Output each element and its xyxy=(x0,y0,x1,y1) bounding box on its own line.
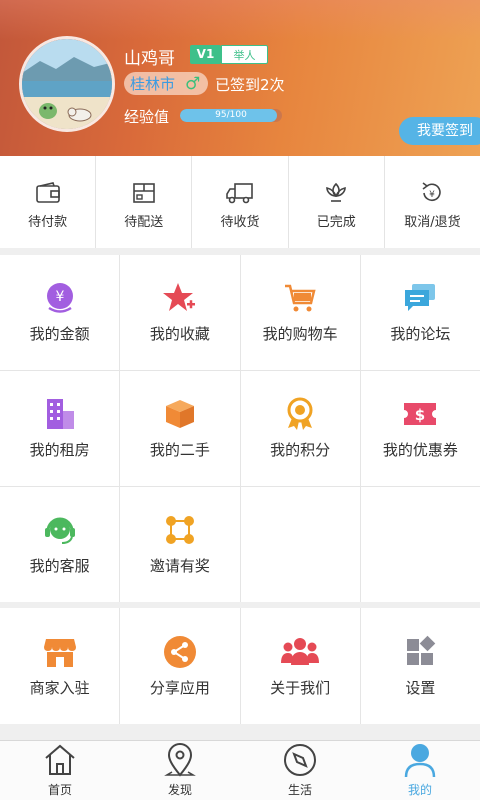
menu-my-points[interactable]: 我的积分 xyxy=(240,371,360,486)
location-pill[interactable]: 桂林市 ♂ xyxy=(124,72,209,95)
refund-icon: ¥ xyxy=(419,175,445,205)
gender-icon: ♂ xyxy=(185,73,201,94)
profile-header: 山鸡哥 V1 举人 桂林市 ♂ 已签到2次 经验值 95/100 我要签到 xyxy=(0,0,480,156)
money-icon: ¥ xyxy=(43,281,77,315)
extras-grid: 商家入驻 分享应用 关于我们 设置 xyxy=(0,608,480,724)
exp-progress-text: 95/100 xyxy=(215,110,247,120)
cart-icon xyxy=(283,281,317,315)
order-status-row: 待付款 待配送 待收货 已完成 ¥ 取消/退货 xyxy=(0,156,480,248)
menu-label: 我的金额 xyxy=(29,325,90,343)
wallet-icon xyxy=(35,175,61,205)
city-label: 桂林市 xyxy=(130,75,176,93)
svg-text:¥: ¥ xyxy=(55,289,64,305)
signin-count: 已签到2次 xyxy=(215,76,285,94)
menu-label: 我的优惠券 xyxy=(382,441,458,459)
share-icon xyxy=(163,635,197,669)
menu-my-favorites[interactable]: 我的收藏 xyxy=(120,255,240,370)
medal-icon xyxy=(283,397,317,431)
tab-discover[interactable]: 发现 xyxy=(120,741,240,800)
compass-icon xyxy=(282,741,318,779)
vip-badge: V1 xyxy=(190,45,221,64)
home-icon xyxy=(43,741,77,779)
order-pending-delivery[interactable]: 待配送 xyxy=(96,156,193,248)
menu-settings[interactable]: 设置 xyxy=(360,608,480,724)
tab-label: 发现 xyxy=(167,783,192,797)
order-cancel-return[interactable]: ¥ 取消/退货 xyxy=(385,156,480,248)
svg-text:¥: ¥ xyxy=(430,190,436,200)
avatar[interactable] xyxy=(19,36,115,132)
menu-label: 分享应用 xyxy=(149,678,210,697)
rank-badge: 举人 xyxy=(221,45,268,64)
box-icon xyxy=(163,397,197,431)
menu-label: 我的收藏 xyxy=(149,325,210,343)
tab-label: 我的 xyxy=(407,783,432,797)
tab-home[interactable]: 首页 xyxy=(0,741,120,800)
menu-my-rental[interactable]: 我的租房 xyxy=(0,371,120,486)
order-completed[interactable]: 已完成 xyxy=(289,156,385,248)
star-plus-icon xyxy=(162,281,197,315)
tab-mine[interactable]: 我的 xyxy=(360,741,480,800)
menu-my-service[interactable]: 我的客服 xyxy=(0,487,120,602)
menu-my-cart[interactable]: 我的购物车 xyxy=(240,255,360,370)
tab-life[interactable]: 生活 xyxy=(240,741,360,800)
menu-label: 商家入驻 xyxy=(29,678,90,697)
chat-icon xyxy=(403,281,437,315)
avatar-image xyxy=(22,39,112,129)
exp-label: 经验值 xyxy=(124,108,170,126)
location-icon xyxy=(163,741,197,779)
order-label: 待收货 xyxy=(220,214,260,230)
menu-label: 我的客服 xyxy=(29,557,90,575)
menu-label: 邀请有奖 xyxy=(149,557,210,575)
menu-my-forum[interactable]: 我的论坛 xyxy=(360,255,480,370)
group-icon xyxy=(281,635,320,669)
menu-label: 我的购物车 xyxy=(262,325,338,343)
menu-label: 我的二手 xyxy=(149,441,210,459)
tab-label: 生活 xyxy=(287,783,312,797)
menu-merchant-join[interactable]: 商家入驻 xyxy=(0,608,120,724)
service-grid: ¥ 我的金额 我的收藏 我的购物车 我的论坛 我的租房 我的二手 我的积分 $ … xyxy=(0,255,480,602)
tab-label: 首页 xyxy=(47,783,72,797)
menu-label: 设置 xyxy=(405,678,436,697)
order-label: 待配送 xyxy=(124,214,164,230)
menu-invite-reward[interactable]: 邀请有奖 xyxy=(120,487,240,602)
order-label: 已完成 xyxy=(316,214,356,230)
bottom-tab-bar: 首页 发现 生活 我的 xyxy=(0,740,480,800)
menu-label: 我的论坛 xyxy=(390,325,451,343)
lotus-icon xyxy=(323,175,349,205)
headset-icon xyxy=(43,513,77,547)
order-label: 取消/退货 xyxy=(404,214,461,230)
menu-share-app[interactable]: 分享应用 xyxy=(120,608,240,724)
username: 山鸡哥 xyxy=(124,49,175,69)
empty-cell xyxy=(240,487,360,602)
menu-my-balance[interactable]: ¥ 我的金额 xyxy=(0,255,120,370)
order-pending-receipt[interactable]: 待收货 xyxy=(192,156,289,248)
menu-label: 我的租房 xyxy=(29,441,90,459)
menu-my-secondhand[interactable]: 我的二手 xyxy=(120,371,240,486)
order-label: 待付款 xyxy=(28,214,68,230)
svg-text:$: $ xyxy=(415,406,425,424)
user-icon xyxy=(403,741,437,779)
signin-button[interactable]: 我要签到 xyxy=(399,117,480,145)
shop-icon xyxy=(43,635,77,669)
truck-icon xyxy=(225,175,255,205)
exp-progress-bar: 95/100 xyxy=(180,109,282,122)
package-icon xyxy=(131,175,157,205)
menu-my-coupons[interactable]: $ 我的优惠券 xyxy=(360,371,480,486)
order-pending-payment[interactable]: 待付款 xyxy=(0,156,97,248)
coupon-icon: $ xyxy=(401,397,439,431)
building-icon xyxy=(43,397,77,431)
menu-label: 关于我们 xyxy=(270,678,331,697)
empty-cell xyxy=(360,487,480,602)
settings-icon xyxy=(403,635,437,669)
invite-icon xyxy=(163,513,197,547)
menu-about-us[interactable]: 关于我们 xyxy=(240,608,360,724)
menu-label: 我的积分 xyxy=(270,441,331,459)
